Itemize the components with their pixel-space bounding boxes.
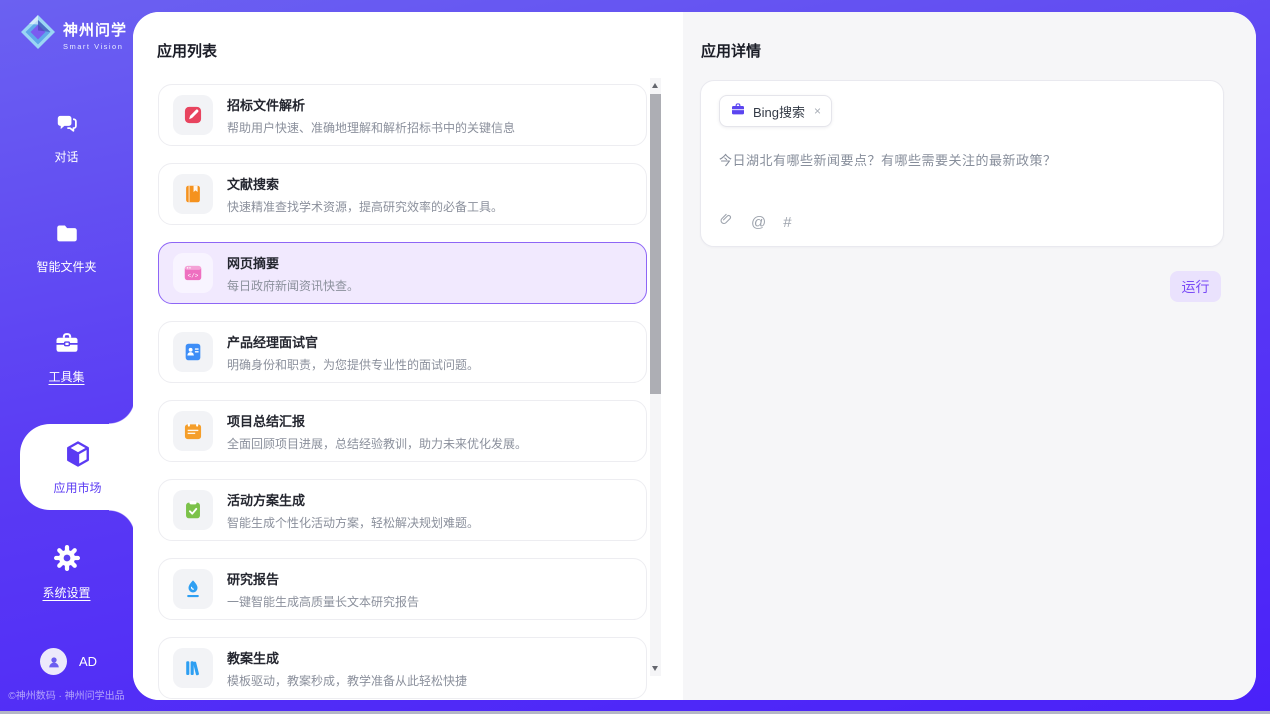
bubble-corner — [109, 398, 135, 424]
app-card-description: 智能生成个性化活动方案，轻松解决规划难题。 — [227, 514, 479, 531]
user-account[interactable]: AD — [40, 648, 97, 675]
sidebar-item-settings[interactable]: 系统设置 — [0, 543, 133, 601]
books-icon — [173, 648, 213, 688]
user-initials: AD — [79, 654, 97, 669]
tool-tag-bing-search[interactable]: Bing搜索 × — [719, 95, 832, 127]
book-icon — [173, 174, 213, 214]
app-card-description: 帮助用户快速、准确地理解和解析招标书中的关键信息 — [227, 119, 515, 136]
app-card-description: 每日政府新闻资讯快查。 — [227, 277, 359, 294]
app-card-title: 招标文件解析 — [227, 95, 515, 114]
interview-icon — [173, 332, 213, 372]
brand-subtitle: Smart Vision — [63, 42, 127, 51]
input-toolbar: @ # — [719, 211, 792, 233]
run-button[interactable]: 运行 — [1170, 271, 1221, 302]
sidebar-item-label: 对话 — [54, 148, 78, 165]
sidebar-item-label: 应用市场 — [53, 479, 101, 496]
folder-icon — [53, 221, 81, 252]
sidebar-item-app-market[interactable]: 应用市场 — [20, 424, 135, 510]
scroll-down-icon[interactable] — [652, 666, 658, 671]
app-card-event-plan-generation[interactable]: 活动方案生成 智能生成个性化活动方案，轻松解决规划难题。 — [158, 479, 647, 541]
app-card-description: 模板驱动，教案秒成，教学准备从此轻松快捷 — [227, 672, 467, 689]
copyright-footer: ©神州数码 · 神州问学出品 — [0, 687, 133, 702]
app-card-bid-document-analysis[interactable]: 招标文件解析 帮助用户快速、准确地理解和解析招标书中的关键信息 — [158, 84, 647, 146]
hash-icon[interactable]: # — [783, 214, 791, 231]
app-card-title: 活动方案生成 — [227, 490, 479, 509]
chat-icon — [53, 111, 81, 142]
brand-name: 神州问学 — [63, 19, 127, 40]
sidebar-item-label: 智能文件夹 — [36, 258, 96, 275]
app-card-title: 研究报告 — [227, 569, 419, 588]
web-page-icon: </> — [173, 253, 213, 293]
app-card-web-summary[interactable]: </> 网页摘要 每日政府新闻资讯快查。 — [158, 242, 647, 304]
sidebar-item-toolbox[interactable]: 工具集 — [0, 329, 133, 385]
sidebar-item-label: 工具集 — [48, 368, 84, 385]
app-card-title: 教案生成 — [227, 648, 467, 667]
bubble-corner — [109, 510, 135, 536]
app-card-list: 招标文件解析 帮助用户快速、准确地理解和解析招标书中的关键信息 文献搜索 快速精… — [158, 84, 647, 700]
query-text[interactable]: 今日湖北有哪些新闻要点？有哪些需要关注的最新政策？ — [719, 150, 1205, 169]
app-card-title: 产品经理面试官 — [227, 332, 479, 351]
brand-logo: 神州问学 Smart Vision — [18, 12, 127, 57]
sidebar-item-smart-folder[interactable]: 智能文件夹 — [0, 221, 133, 275]
cube-icon — [63, 439, 93, 474]
attachment-icon[interactable] — [719, 211, 734, 233]
app-card-title: 项目总结汇报 — [227, 411, 527, 430]
app-card-description: 一键智能生成高质量长文本研究报告 — [227, 593, 419, 610]
app-card-title: 文献搜索 — [227, 174, 503, 193]
sidebar-item-label: 系统设置 — [42, 584, 90, 601]
research-icon — [173, 569, 213, 609]
briefcase-icon — [730, 101, 746, 122]
clipboard-check-icon — [173, 490, 213, 530]
app-card-research-report[interactable]: 研究报告 一键智能生成高质量长文本研究报告 — [158, 558, 647, 620]
svg-text:</>: </> — [188, 272, 199, 279]
app-list-scrollbar[interactable] — [650, 78, 661, 676]
app-detail-title: 应用详情 — [701, 40, 761, 61]
diamond-logo-icon — [18, 12, 58, 57]
app-card-literature-search[interactable]: 文献搜索 快速精准查找学术资源，提高研究效率的必备工具。 — [158, 163, 647, 225]
app-card-project-summary[interactable]: 项目总结汇报 全面回顾项目进展，总结经验教训，助力未来优化发展。 — [158, 400, 647, 462]
calendar-icon — [173, 411, 213, 451]
app-detail-panel: 应用详情 Bing搜索 × 今日湖北有哪些新闻要点？有哪些需要关注的最新政策？ — [683, 12, 1256, 700]
toolbox-icon — [52, 329, 82, 362]
main-container: 应用列表 招标文件解析 帮助用户快速、准确地理解和解析招标书中的关键信息 — [133, 12, 1256, 700]
mention-icon[interactable]: @ — [751, 214, 766, 231]
app-card-description: 明确身份和职责，为您提供专业性的面试问题。 — [227, 356, 479, 373]
app-input-card[interactable]: Bing搜索 × 今日湖北有哪些新闻要点？有哪些需要关注的最新政策？ @ # — [700, 80, 1224, 247]
sidebar-item-chat[interactable]: 对话 — [0, 111, 133, 165]
avatar — [40, 648, 67, 675]
remove-tag-icon[interactable]: × — [814, 104, 821, 118]
app-card-description: 全面回顾项目进展，总结经验教训，助力未来优化发展。 — [227, 435, 527, 452]
app-card-title: 网页摘要 — [227, 253, 359, 272]
sidebar: 神州问学 Smart Vision 对话 智能文件夹 — [0, 0, 133, 714]
tool-tag-label: Bing搜索 — [753, 102, 805, 121]
app-card-pm-interviewer[interactable]: 产品经理面试官 明确身份和职责，为您提供专业性的面试问题。 — [158, 321, 647, 383]
gear-icon — [52, 543, 82, 578]
app-list-title: 应用列表 — [157, 40, 217, 61]
edit-document-icon — [173, 95, 213, 135]
app-card-description: 快速精准查找学术资源，提高研究效率的必备工具。 — [227, 198, 503, 215]
app-card-lesson-plan-generation[interactable]: 教案生成 模板驱动，教案秒成，教学准备从此轻松快捷 — [158, 637, 647, 699]
scroll-up-icon[interactable] — [652, 83, 658, 88]
app-list-panel: 应用列表 招标文件解析 帮助用户快速、准确地理解和解析招标书中的关键信息 — [133, 12, 683, 700]
scrollbar-thumb[interactable] — [650, 94, 661, 394]
